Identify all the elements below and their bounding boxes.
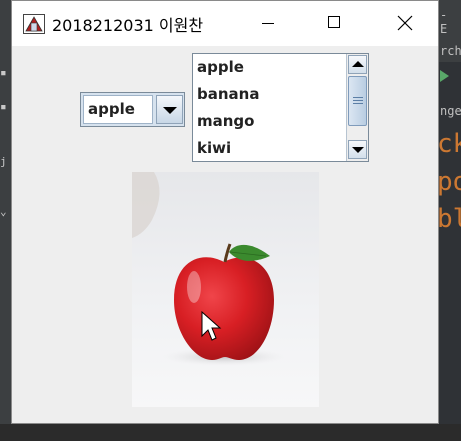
fruit-list[interactable]: apple banana mango kiwi [192, 53, 369, 162]
maximize-button[interactable] [312, 1, 358, 46]
grip-line [353, 103, 363, 104]
ide-search-fragment: rch [440, 44, 461, 58]
java-app-icon [23, 14, 45, 34]
scroll-up-button[interactable] [348, 55, 367, 74]
arrow-up-icon [352, 61, 364, 67]
arrow-down-icon [352, 147, 364, 153]
ide-tab-fragment: nge [440, 104, 461, 118]
ide-left-marker: ▪ [0, 100, 7, 113]
ide-title-fragment: - E [440, 8, 448, 36]
combo-selected-value[interactable]: apple [83, 95, 153, 124]
fruit-image [132, 172, 319, 407]
ide-left-marker: j [0, 155, 7, 168]
grip-line [353, 100, 363, 101]
ide-left-marker: ▪ [0, 66, 7, 79]
scroll-down-button[interactable] [348, 140, 367, 159]
list-item-apple[interactable]: apple [193, 54, 345, 81]
title-bar[interactable]: 2018212031 이원찬 [12, 1, 438, 46]
run-icon[interactable] [440, 70, 449, 82]
combo-dropdown-button[interactable] [156, 95, 183, 124]
app-window: 2018212031 이원찬 apple apple banana mango … [11, 0, 439, 424]
list-item-banana[interactable]: banana [193, 81, 345, 108]
minimize-button[interactable] [245, 1, 291, 46]
close-button[interactable] [382, 1, 428, 46]
window-title: 2018212031 이원찬 [52, 16, 204, 35]
grip-line [353, 97, 363, 98]
minimize-icon [262, 23, 274, 24]
list-item-kiwi[interactable]: kiwi [193, 135, 345, 161]
ide-left-marker: ⌄ [0, 205, 7, 218]
chevron-down-icon [163, 107, 177, 114]
list-item-mango[interactable]: mango [193, 108, 345, 135]
scroll-thumb[interactable] [348, 76, 367, 126]
fruit-combo-box[interactable]: apple [80, 92, 185, 127]
maximize-icon [328, 16, 340, 28]
ide-bottom-strip [0, 424, 461, 441]
ide-code-line: ck [437, 129, 461, 159]
close-icon [397, 15, 413, 31]
list-scrollbar[interactable] [346, 54, 368, 161]
ide-code-line: po [437, 167, 461, 197]
fruit-list-items: apple banana mango kiwi [193, 54, 345, 161]
ide-code-line: bl [437, 204, 461, 234]
